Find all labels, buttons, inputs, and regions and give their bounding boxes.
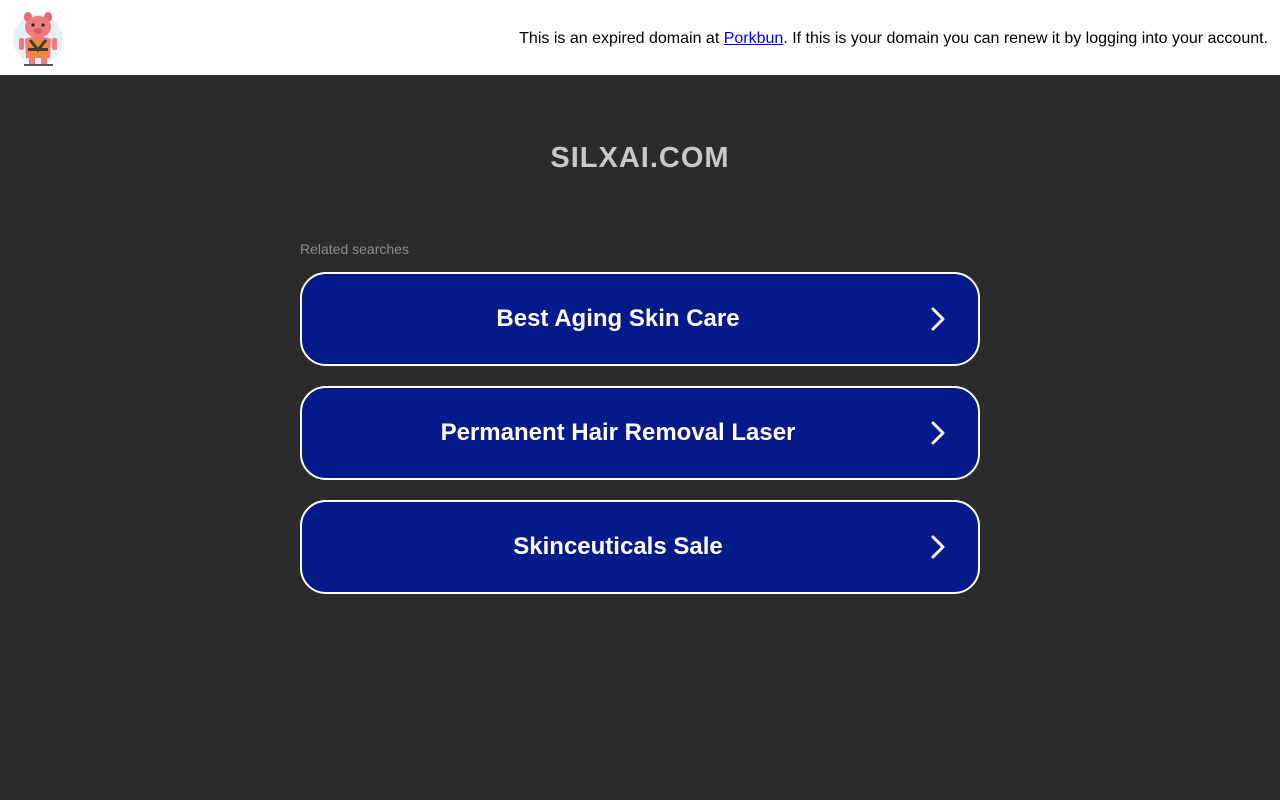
- expired-domain-notice: This is an expired domain at Porkbun. If…: [519, 30, 1268, 48]
- pig-mascot-logo-icon: [13, 12, 63, 66]
- related-search-label: Skinceuticals Sale: [513, 533, 723, 560]
- chevron-right-icon: [931, 421, 945, 445]
- related-search-button[interactable]: Permanent Hair Removal Laser: [300, 386, 980, 480]
- chevron-right-icon: [931, 307, 945, 331]
- notice-suffix: . If this is your domain you can renew i…: [783, 30, 1268, 47]
- related-search-label: Permanent Hair Removal Laser: [440, 419, 796, 446]
- porkbun-link[interactable]: Porkbun: [724, 30, 784, 47]
- chevron-right-icon: [931, 535, 945, 559]
- notice-prefix: This is an expired domain at: [519, 30, 724, 47]
- domain-title: SILXAI.COM: [550, 142, 730, 174]
- related-searches-label: Related searches: [300, 241, 409, 257]
- related-searches-list: Best Aging Skin Care Permanent Hair Remo…: [300, 272, 980, 614]
- related-search-button[interactable]: Skinceuticals Sale: [300, 500, 980, 594]
- related-search-label: Best Aging Skin Care: [496, 305, 740, 332]
- related-search-button[interactable]: Best Aging Skin Care: [300, 272, 980, 366]
- top-banner: This is an expired domain at Porkbun. If…: [0, 0, 1280, 75]
